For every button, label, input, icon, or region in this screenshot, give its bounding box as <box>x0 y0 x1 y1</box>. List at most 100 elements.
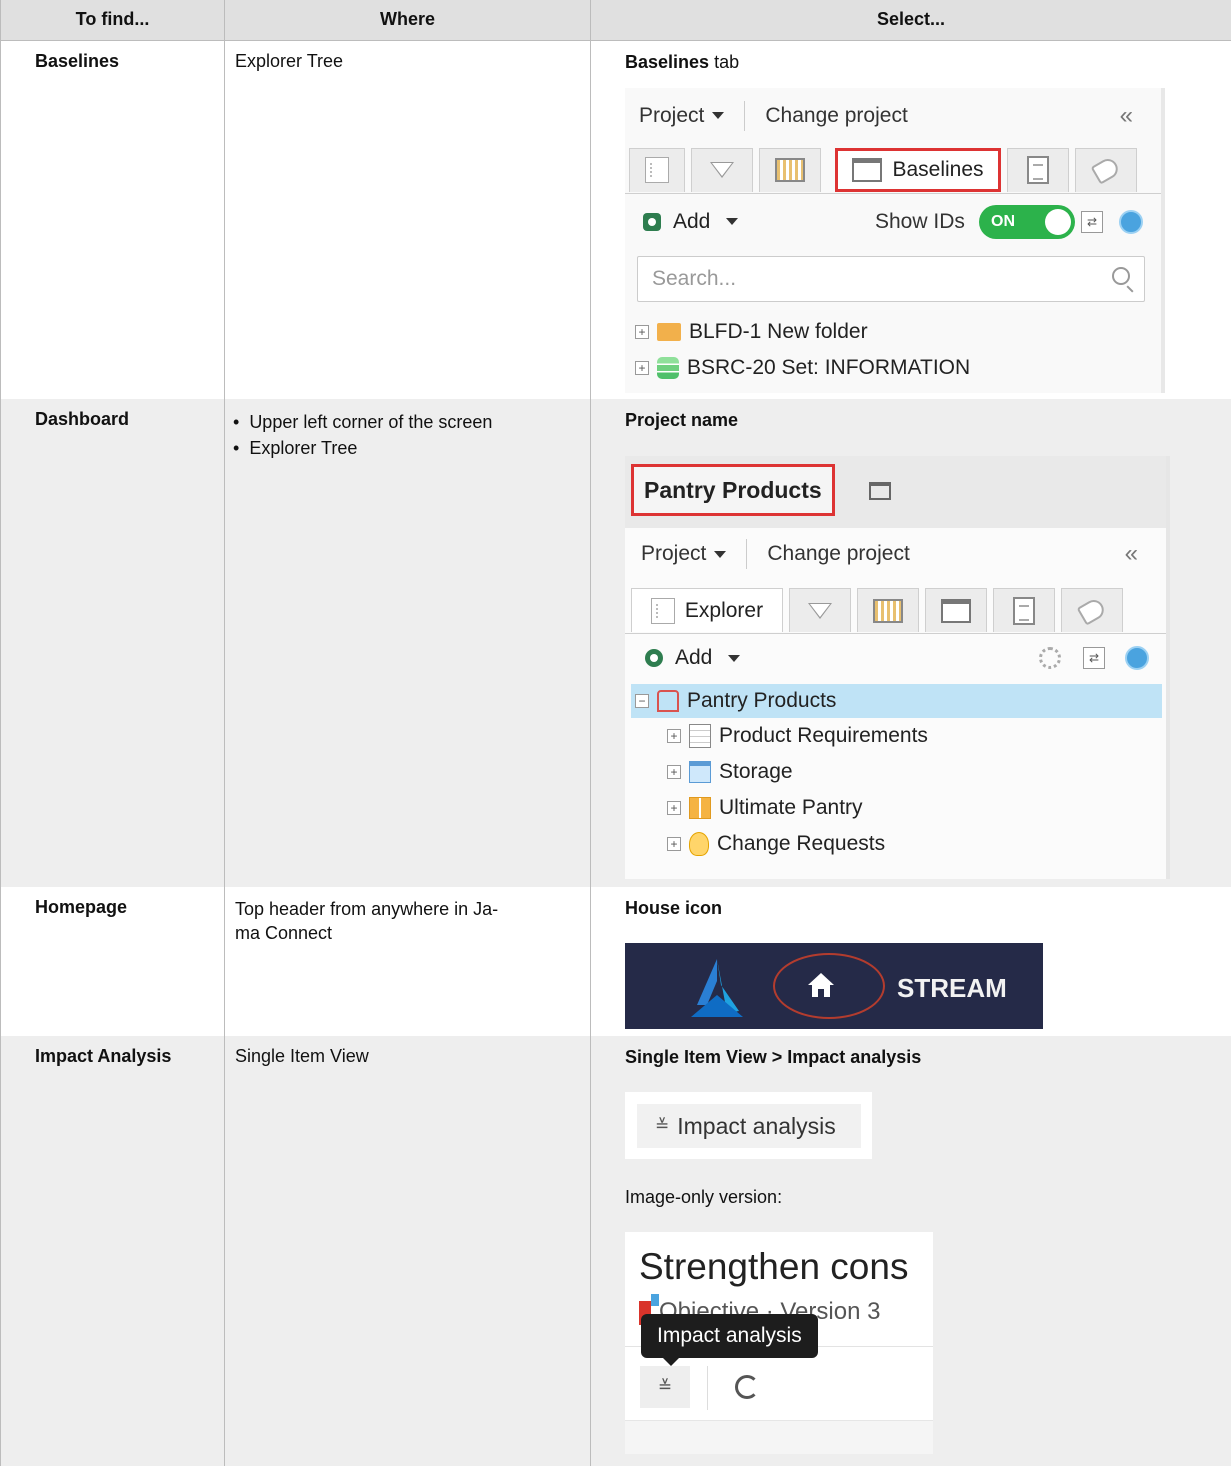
tab-explorer[interactable]: Explorer <box>631 588 783 632</box>
stream-nav-link[interactable]: STREAM <box>897 973 1007 1004</box>
table-row: Homepage Top header from anywhere in Ja-… <box>0 887 1231 1036</box>
table-row: Impact Analysis Single Item View Single … <box>0 1036 1231 1466</box>
tab-tags[interactable] <box>1075 147 1137 192</box>
double-chevron-left-icon[interactable]: « <box>1125 540 1138 568</box>
add-icon <box>645 649 663 667</box>
change-project-link[interactable]: Change project <box>767 542 909 566</box>
tree-item[interactable]: + Product Requirements <box>667 724 928 748</box>
filter-icon <box>808 602 832 619</box>
impact-analysis-button[interactable]: ≚ Impact analysis <box>637 1104 861 1148</box>
expand-icon[interactable]: + <box>667 765 681 779</box>
collapse-icon[interactable]: − <box>635 694 649 708</box>
search-icon[interactable] <box>1112 266 1130 285</box>
explorer-tab-bar: Baselines <box>625 144 1161 194</box>
select-text: Baselines tab <box>625 51 740 72</box>
window-icon <box>941 598 971 623</box>
refresh-icon[interactable] <box>735 1375 759 1399</box>
expand-icon[interactable]: + <box>635 324 649 339</box>
grid-folder-icon <box>689 797 711 819</box>
add-icon <box>643 212 661 231</box>
tab-grid[interactable] <box>857 588 919 632</box>
expand-icon[interactable]: + <box>667 801 681 815</box>
tab-reviews[interactable] <box>993 588 1055 632</box>
change-project-link[interactable]: Change project <box>765 104 907 128</box>
window-icon[interactable] <box>869 482 891 500</box>
table-row: Dashboard Upper left corner of the scree… <box>0 399 1231 887</box>
tab-explorer[interactable] <box>629 147 685 192</box>
where-text-line2: ma Connect <box>235 923 333 943</box>
tab-grid[interactable] <box>759 147 821 192</box>
reference-table: To find... Where Select... Baselines Exp… <box>0 0 1231 1466</box>
header-where: Where <box>224 0 591 41</box>
find-label: Baselines <box>35 50 120 71</box>
add-button[interactable]: Add <box>645 646 741 670</box>
double-chevron-down-icon: ≚ <box>657 1377 673 1396</box>
caret-down-icon <box>728 654 741 662</box>
folder-icon <box>657 322 681 341</box>
tab-baselines[interactable]: Baselines <box>835 147 1001 192</box>
tab-baselines[interactable] <box>925 588 987 632</box>
where-text-line1: Top header from anywhere in Ja- <box>235 899 499 919</box>
sync-icon[interactable]: ⇄ <box>1083 647 1105 669</box>
tag-icon <box>1090 155 1122 185</box>
header-to-find: To find... <box>0 0 225 41</box>
sync-icon[interactable]: ⇄ <box>1081 210 1103 233</box>
gear-icon[interactable] <box>1039 647 1061 669</box>
expand-icon[interactable]: + <box>635 360 649 375</box>
tab-filter[interactable] <box>789 588 851 632</box>
tree-item[interactable]: + BSRC-20 Set: INFORMATION <box>635 356 970 380</box>
tree-item[interactable]: + Change Requests <box>667 832 885 856</box>
tree-item[interactable]: + Storage <box>667 760 793 784</box>
tree-item-root[interactable]: − Pantry Products <box>631 684 1162 718</box>
show-ids-toggle[interactable]: ON <box>979 204 1075 239</box>
status-icon <box>651 1294 659 1306</box>
dashboard-screenshot: Pantry Products Project Change project « <box>625 456 1170 879</box>
impact-analysis-icon-button[interactable]: ≚ <box>640 1366 690 1408</box>
caret-down-icon <box>712 112 725 119</box>
tab-filter[interactable] <box>691 147 753 192</box>
item-title: Strengthen cons <box>639 1246 909 1287</box>
project-icon <box>657 690 679 712</box>
project-menu[interactable]: Project <box>641 542 706 566</box>
expand-icon[interactable]: + <box>667 729 681 743</box>
clipboard-icon <box>1027 156 1049 184</box>
where-text: Explorer Tree <box>235 50 344 71</box>
tree-item[interactable]: + BLFD-1 New folder <box>635 320 868 344</box>
where-item: Explorer Tree <box>235 435 578 461</box>
explorer-tab-bar: Explorer <box>625 584 1166 634</box>
table-header-row: To find... Where Select... <box>0 0 1231 41</box>
house-icon[interactable] <box>806 970 836 1000</box>
info-circle-icon[interactable] <box>1125 646 1149 670</box>
caret-down-icon <box>714 550 727 558</box>
tab-tags[interactable] <box>1061 588 1123 632</box>
jama-logo-icon <box>691 959 743 1017</box>
where-text: Single Item View <box>235 1046 369 1066</box>
double-chevron-left-icon[interactable]: « <box>1120 102 1133 130</box>
project-header: Pantry Products <box>625 456 1166 528</box>
filter-icon <box>710 162 734 178</box>
search-input[interactable]: Search... <box>637 255 1145 302</box>
lightbulb-icon <box>689 832 709 856</box>
header-select: Select... <box>590 0 1231 41</box>
add-button[interactable]: Add <box>643 210 739 234</box>
project-name[interactable]: Pantry Products <box>631 464 835 516</box>
find-label: Dashboard <box>35 409 130 429</box>
component-icon <box>689 761 711 783</box>
select-text: House icon <box>625 898 723 918</box>
tag-icon <box>1076 595 1108 626</box>
baseline-set-icon <box>657 356 679 379</box>
tree-item[interactable]: + Ultimate Pantry <box>667 796 863 820</box>
table-row: Baselines Explorer Tree Baselines tab Pr… <box>0 40 1231 399</box>
info-circle-icon[interactable] <box>1119 209 1143 234</box>
select-text: Project name <box>625 410 739 430</box>
tab-reviews[interactable] <box>1007 147 1069 192</box>
project-menu[interactable]: Project <box>639 104 704 128</box>
clipboard-icon <box>1013 596 1035 625</box>
show-ids-label: Show IDs <box>875 209 965 233</box>
find-label: Impact Analysis <box>35 1046 172 1066</box>
caption: Image-only version: <box>625 1187 783 1207</box>
expand-icon[interactable]: + <box>667 837 681 851</box>
select-text: Single Item View > Impact analysis <box>625 1047 922 1067</box>
double-chevron-down-icon: ≚ <box>655 1116 670 1135</box>
find-label: Homepage <box>35 897 128 917</box>
